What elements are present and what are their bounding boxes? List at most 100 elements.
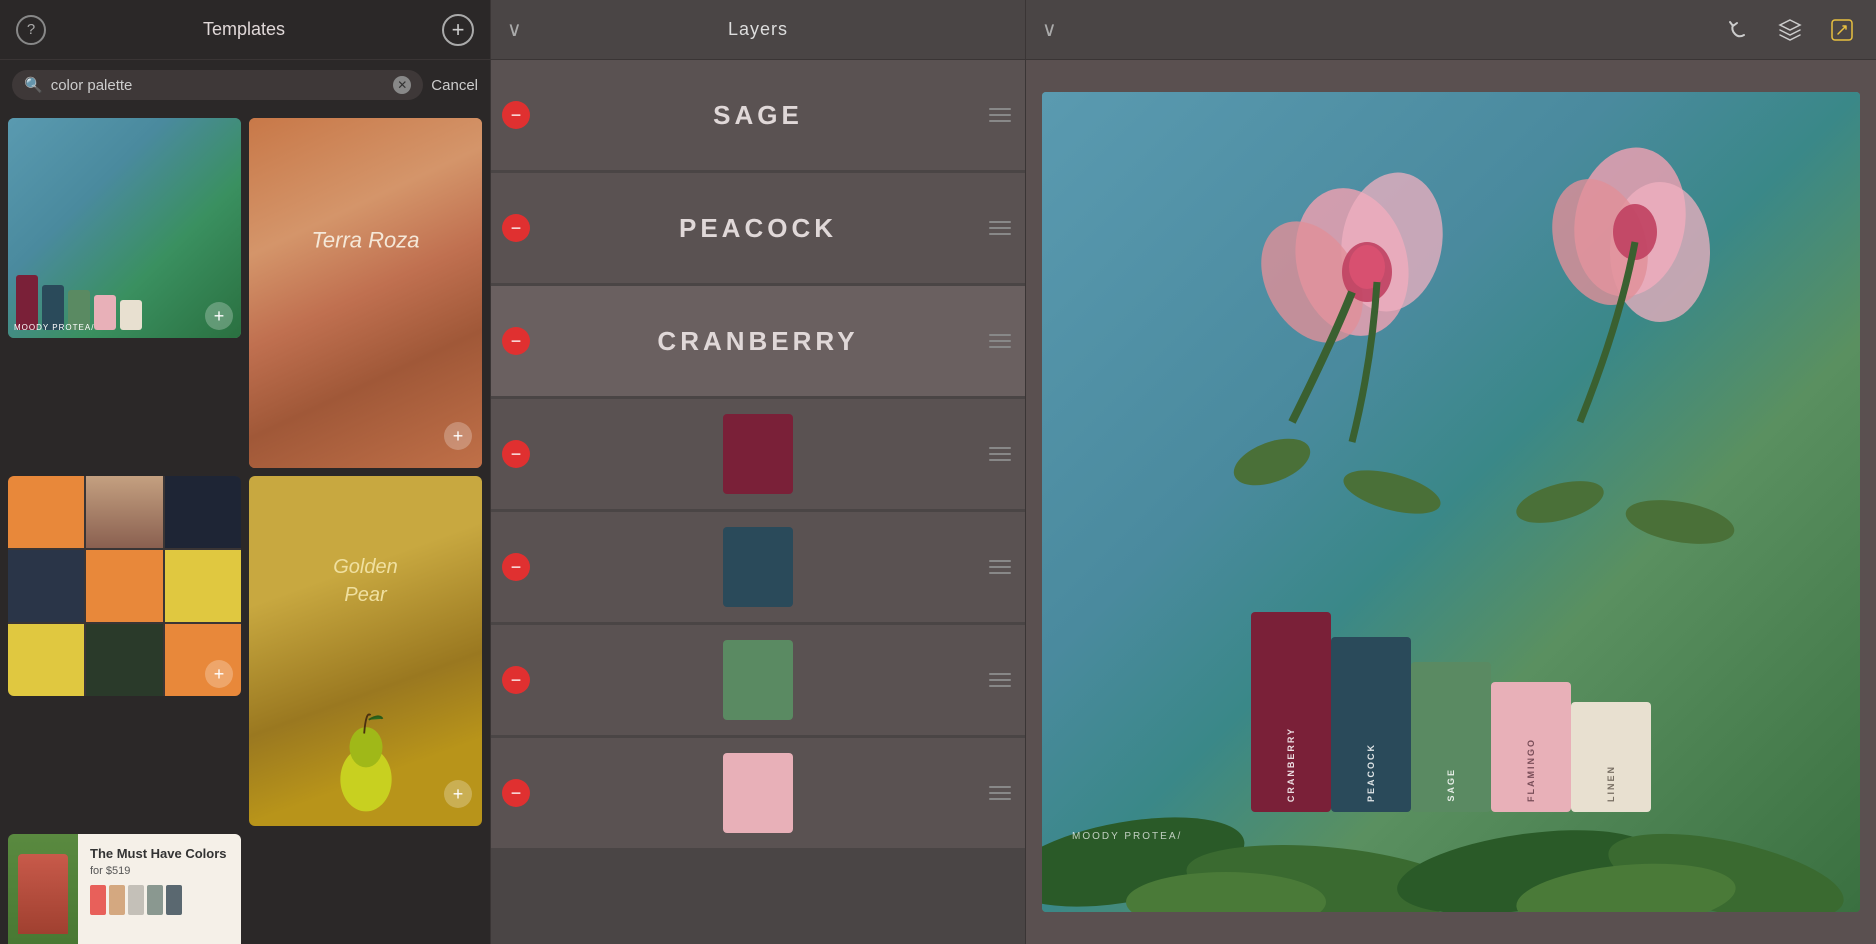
card-4-add-button[interactable]: + <box>444 780 472 808</box>
card-2-add-button[interactable]: + <box>444 422 472 450</box>
card-4-title: GoldenPear <box>333 553 398 609</box>
template-card-moody-protea[interactable]: MOODY PROTEA/ + <box>8 118 241 338</box>
layer-cranberry-delete-button[interactable]: − <box>502 327 530 355</box>
drag-lines-icon <box>989 334 1011 348</box>
undo-button[interactable] <box>1720 12 1756 48</box>
collage-cell-1 <box>8 476 84 548</box>
layers-header: ∨ Layers <box>491 0 1025 60</box>
layer-peacock-label: PEACOCK <box>679 213 837 244</box>
canvas-preview: CRANBERRY PEACOCK SAGE FLAMINGO LINEN MO… <box>1042 92 1860 912</box>
layer-sage-swatch-drag-handle[interactable] <box>975 673 1025 687</box>
left-header: ? Templates + <box>0 0 490 60</box>
template-card-golden-pear[interactable]: GoldenPear + <box>249 476 482 826</box>
collage-add-button[interactable]: + <box>205 660 233 688</box>
layer-flamingo-swatch[interactable]: − <box>491 738 1025 848</box>
canvas-moody-label: MOODY PROTEA/ <box>1072 831 1182 842</box>
layer-peacock-swatch-drag-handle[interactable] <box>975 560 1025 574</box>
card-5-info: The Must Have Colors for $519 <box>78 834 241 944</box>
collage-cell-2 <box>86 476 162 548</box>
layers-icon <box>1777 17 1803 43</box>
search-input-wrap: 🔍 ✕ <box>12 70 423 100</box>
layer-sage[interactable]: − SAGE <box>491 60 1025 170</box>
layer-cranberry-swatch-delete-area: − <box>491 440 541 468</box>
drag-lines-icon <box>989 221 1011 235</box>
layer-cranberry-swatch-delete-button[interactable]: − <box>502 440 530 468</box>
add-template-button[interactable]: + <box>442 14 474 46</box>
middle-chevron-icon[interactable]: ∨ <box>507 17 522 42</box>
pear-illustration <box>326 706 406 816</box>
layer-flamingo-swatch-drag-handle[interactable] <box>975 786 1025 800</box>
layer-peacock-delete-area: − <box>491 214 541 242</box>
layer-flamingo-swatch-delete-area: − <box>491 779 541 807</box>
drag-lines-icon <box>989 108 1011 122</box>
layer-peacock-swatch-delete-button[interactable]: − <box>502 553 530 581</box>
layer-peacock-swatch[interactable]: − <box>491 512 1025 622</box>
layer-cranberry-swatch[interactable]: − <box>491 399 1025 509</box>
layer-flamingo-swatch-delete-button[interactable]: − <box>502 779 530 807</box>
canvas-swatch-cranberry: CRANBERRY <box>1251 612 1331 812</box>
clear-search-icon[interactable]: ✕ <box>393 76 411 94</box>
canvas-swatches-overlay: CRANBERRY PEACOCK SAGE FLAMINGO LINEN <box>1251 612 1651 812</box>
layer-sage-swatch[interactable]: − <box>491 625 1025 735</box>
layer-cranberry-content: CRANBERRY <box>541 286 975 396</box>
layer-sage-swatch-delete-button[interactable]: − <box>502 666 530 694</box>
layer-sage-swatch-delete-area: − <box>491 666 541 694</box>
drag-lines-icon <box>989 560 1011 574</box>
flower-cluster-right <box>1480 122 1780 572</box>
layer-cranberry-swatch-drag-handle[interactable] <box>975 447 1025 461</box>
layer-peacock-content: PEACOCK <box>541 173 975 283</box>
cranberry-color-swatch <box>723 414 793 494</box>
template-card-must-have-colors[interactable]: The Must Have Colors for $519 <box>8 834 241 944</box>
layer-sage-content: SAGE <box>541 60 975 170</box>
layer-peacock-swatch-delete-area: − <box>491 553 541 581</box>
canvas-swatch-cranberry-label: CRANBERRY <box>1286 727 1296 802</box>
layer-sage-delete-button[interactable]: − <box>502 101 530 129</box>
layer-cranberry-delete-area: − <box>491 327 541 355</box>
card-2-title: Terra Roza <box>311 226 419 255</box>
layer-sage-label: SAGE <box>713 100 803 131</box>
layer-peacock-delete-button[interactable]: − <box>502 214 530 242</box>
layers-button[interactable] <box>1772 12 1808 48</box>
layer-sage-swatch-content <box>541 625 975 735</box>
layer-sage-drag-handle[interactable] <box>975 108 1025 122</box>
search-input[interactable] <box>51 77 386 94</box>
cancel-search-button[interactable]: Cancel <box>431 77 478 94</box>
drag-lines-icon <box>989 673 1011 687</box>
layers-list: − SAGE − PEACOCK <box>491 60 1025 944</box>
canvas-swatch-sage-label: SAGE <box>1446 768 1456 802</box>
must-have-swatches <box>90 885 229 915</box>
layer-flamingo-swatch-content <box>541 738 975 848</box>
layer-cranberry-swatch-content <box>541 399 975 509</box>
right-chevron-icon[interactable]: ∨ <box>1042 17 1057 42</box>
flamingo-color-swatch <box>723 753 793 833</box>
collage-cell-3 <box>165 476 241 548</box>
canvas-swatch-sage: SAGE <box>1411 662 1491 812</box>
must-have-title: The Must Have Colors <box>90 846 229 861</box>
collage-cell-4 <box>8 550 84 622</box>
right-panel: ∨ <box>1026 0 1876 944</box>
canvas-swatch-peacock: PEACOCK <box>1331 637 1411 812</box>
layer-cranberry[interactable]: − CRANBERRY <box>491 286 1025 396</box>
layer-cranberry-drag-handle[interactable] <box>975 334 1025 348</box>
template-card-terra-roza[interactable]: Terra Roza + <box>249 118 482 468</box>
canvas-swatch-flamingo: FLAMINGO <box>1491 682 1571 812</box>
collage-cell-5 <box>86 550 162 622</box>
canvas-swatch-linen: LINEN <box>1571 702 1651 812</box>
collage-cell-6 <box>165 550 241 622</box>
middle-panel: ∨ Layers − SAGE − PEACOCK <box>490 0 1026 944</box>
layer-cranberry-label: CRANBERRY <box>657 326 858 357</box>
templates-grid: MOODY PROTEA/ + Terra Roza + + Golde <box>0 110 490 944</box>
search-icon: 🔍 <box>24 76 43 94</box>
card-1-add-button[interactable]: + <box>205 302 233 330</box>
peacock-color-swatch <box>723 527 793 607</box>
layer-peacock[interactable]: − PEACOCK <box>491 173 1025 283</box>
canvas-swatch-peacock-label: PEACOCK <box>1366 743 1376 802</box>
help-icon[interactable]: ? <box>16 15 46 45</box>
layer-peacock-drag-handle[interactable] <box>975 221 1025 235</box>
export-button[interactable] <box>1824 12 1860 48</box>
template-card-collage[interactable]: + <box>8 476 241 696</box>
layer-sage-delete-area: − <box>491 101 541 129</box>
collage-cell-7 <box>8 624 84 696</box>
collage-cell-8 <box>86 624 162 696</box>
right-header: ∨ <box>1026 0 1876 60</box>
